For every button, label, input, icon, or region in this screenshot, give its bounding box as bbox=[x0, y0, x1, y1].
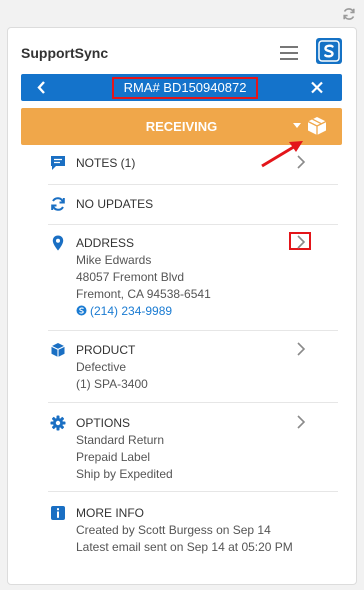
cube-icon bbox=[51, 343, 65, 357]
address-phone-link[interactable]: (214) 234-9989 bbox=[76, 303, 326, 320]
address-city: Fremont, CA 94538-6541 bbox=[76, 287, 211, 301]
location-icon bbox=[52, 235, 64, 251]
product-condition: Defective bbox=[76, 360, 127, 374]
options-line: Ship by Expedited bbox=[76, 467, 173, 481]
app-title: SupportSync bbox=[21, 45, 109, 61]
skype-icon bbox=[76, 305, 87, 316]
product-title: PRODUCT bbox=[76, 343, 136, 357]
divider bbox=[48, 402, 338, 403]
updates-section: NO UPDATES bbox=[8, 196, 356, 218]
support-panel: SupportSync RMA# BD150940872 RECEIVING N… bbox=[7, 27, 357, 585]
options-title: OPTIONS bbox=[76, 416, 131, 430]
divider bbox=[48, 184, 338, 185]
notes-title: NOTES (1) bbox=[76, 156, 136, 170]
options-section[interactable]: OPTIONS Standard Return Prepaid Label Sh… bbox=[8, 415, 356, 485]
divider bbox=[48, 491, 338, 492]
options-line: Prepaid Label bbox=[76, 450, 151, 464]
caret-down-icon[interactable] bbox=[293, 123, 301, 129]
close-icon[interactable] bbox=[310, 80, 324, 95]
more-info-email: Latest email sent on Sep 14 at 05:20 PM bbox=[76, 540, 293, 554]
divider bbox=[48, 224, 338, 225]
notes-section[interactable]: NOTES (1) bbox=[8, 155, 356, 177]
more-info-title: MORE INFO bbox=[76, 506, 144, 520]
panel-header: SupportSync bbox=[8, 28, 356, 72]
address-section[interactable]: ADDRESS Mike Edwards 48057 Fremont Blvd … bbox=[8, 232, 356, 323]
address-street: 48057 Fremont Blvd bbox=[76, 270, 185, 284]
product-section[interactable]: PRODUCT Defective (1) SPA-3400 bbox=[8, 342, 356, 396]
address-name: Mike Edwards bbox=[76, 253, 152, 267]
more-info-created: Created by Scott Burgess on Sep 14 bbox=[76, 523, 271, 537]
box-icon[interactable] bbox=[306, 115, 328, 137]
divider bbox=[48, 330, 338, 331]
chevron-right-icon[interactable] bbox=[295, 155, 307, 169]
chevron-right-icon[interactable] bbox=[295, 342, 307, 356]
address-phone: (214) 234-9989 bbox=[90, 304, 173, 318]
rma-number: RMA# BD150940872 bbox=[112, 77, 258, 99]
back-icon[interactable] bbox=[35, 80, 49, 95]
chat-icon bbox=[51, 156, 65, 170]
gear-icon bbox=[50, 415, 66, 431]
updates-title: NO UPDATES bbox=[76, 197, 154, 211]
chevron-right-icon[interactable] bbox=[295, 415, 307, 429]
logo-icon bbox=[316, 38, 342, 64]
chevron-right-icon[interactable] bbox=[295, 235, 307, 249]
options-line: Standard Return bbox=[76, 433, 165, 447]
menu-icon[interactable] bbox=[280, 46, 298, 60]
sync-icon bbox=[51, 197, 65, 211]
info-icon bbox=[51, 506, 65, 520]
refresh-icon[interactable] bbox=[342, 7, 356, 21]
more-info-section: MORE INFO Created by Scott Burgess on Se… bbox=[8, 505, 356, 559]
rma-bar: RMA# BD150940872 bbox=[21, 74, 342, 101]
product-item: (1) SPA-3400 bbox=[76, 377, 148, 391]
